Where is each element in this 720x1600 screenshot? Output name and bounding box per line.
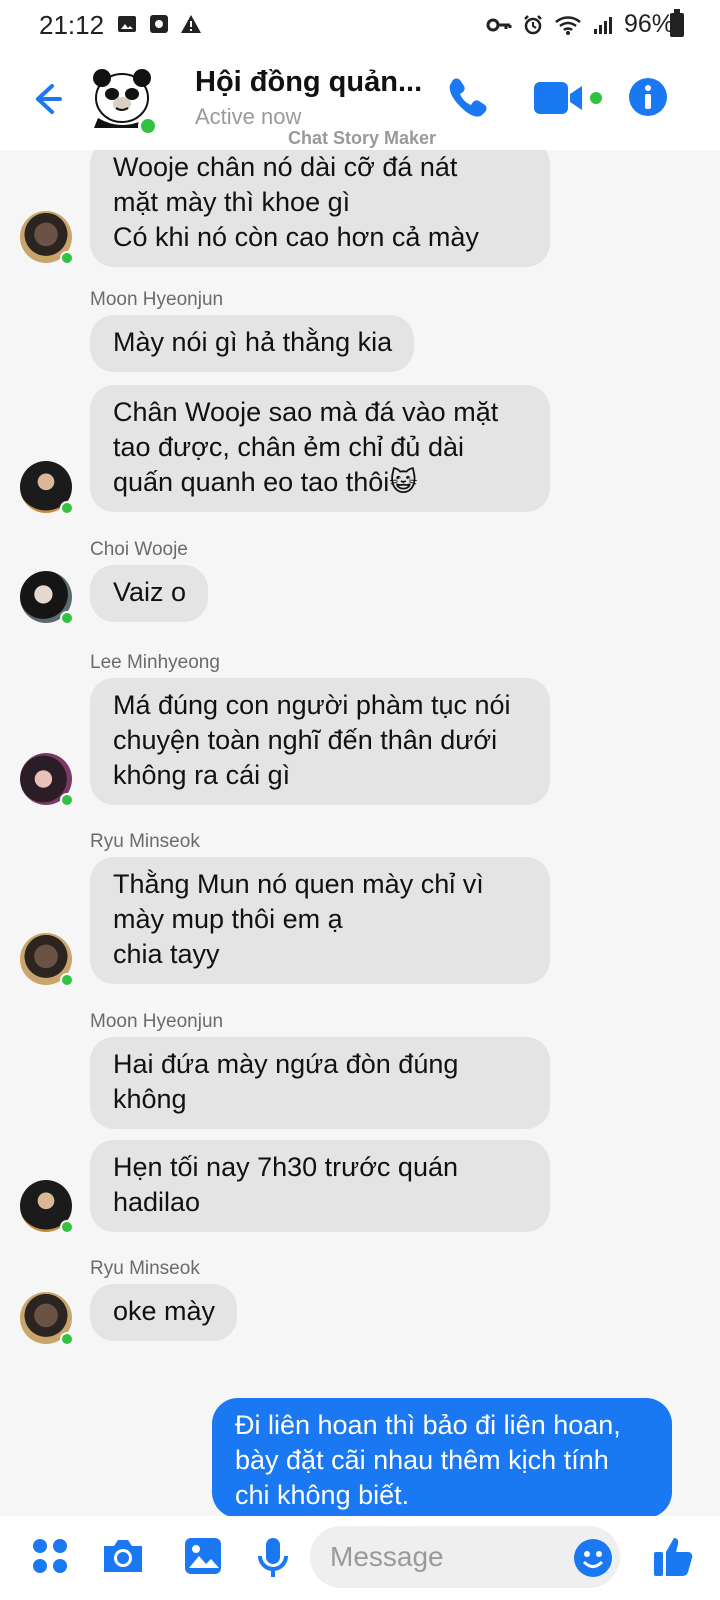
online-indicator (60, 1220, 74, 1234)
signal-icon (593, 16, 612, 34)
online-indicator (60, 611, 74, 625)
message-bubble[interactable]: Chân Wooje sao mà đá vào mặt tao được, c… (90, 385, 550, 512)
avatar[interactable] (20, 211, 74, 265)
online-indicator (138, 116, 158, 136)
alarm-icon (524, 14, 542, 34)
status-bar: 21:12 96% (0, 0, 720, 54)
avatar[interactable] (20, 461, 74, 515)
sender-name: Moon Hyeonjun (90, 289, 224, 310)
online-indicator (60, 251, 74, 265)
watermark: Chat Story Maker (288, 128, 437, 148)
avatar[interactable] (20, 1180, 74, 1234)
notification-icons (116, 13, 202, 35)
back-arrow-icon[interactable] (26, 78, 68, 120)
chat-header: Hội đồng quản... Active now Chat Story M… (0, 54, 720, 151)
my-message-bubble[interactable]: Đi liên hoan thì bảo đi liên hoan, bày đ… (212, 1398, 672, 1516)
avatar[interactable] (20, 571, 74, 625)
key-icon (486, 18, 512, 31)
message-bubble[interactable]: Hai đứa mày ngứa đòn đúng không (90, 1037, 550, 1129)
warning-icon (181, 15, 201, 33)
gallery-icon[interactable] (183, 1536, 223, 1576)
info-icon[interactable] (627, 76, 669, 118)
apps-grid-icon[interactable] (30, 1536, 70, 1576)
video-call-icon[interactable] (532, 74, 604, 122)
sender-name: Lee Minhyeong (90, 652, 220, 673)
conversation-area[interactable]: Wooje chân nó dài cỡ đá nát mặt mày thì … (0, 150, 720, 1516)
message-bubble[interactable]: Wooje chân nó dài cỡ đá nát mặt mày thì … (90, 150, 550, 267)
active-status: Active now (195, 104, 302, 129)
camera-icon[interactable] (100, 1536, 146, 1576)
online-indicator (60, 1332, 74, 1346)
message-bubble[interactable]: Thằng Mun nó quen mày chỉ vì mày mup thô… (90, 857, 550, 984)
sender-name: Moon Hyeonjun (90, 1011, 224, 1032)
battery-icon (670, 9, 684, 37)
emoji-icon[interactable] (573, 1538, 613, 1578)
sender-name: Ryu Minseok (90, 831, 200, 852)
like-thumb-icon[interactable] (652, 1534, 694, 1578)
message-bubble[interactable]: oke mày (90, 1284, 238, 1341)
gallery-notification-icon (118, 16, 136, 32)
chat-title[interactable]: Hội đồng quản... (195, 66, 422, 99)
online-indicator (60, 501, 74, 515)
online-indicator (60, 973, 74, 987)
online-indicator (60, 793, 74, 807)
status-time: 21:12 (39, 10, 105, 40)
message-bubble[interactable]: Má đúng con người phàm tục nói chuyện to… (90, 678, 550, 805)
system-icons: 96% (486, 10, 674, 39)
group-avatar[interactable] (88, 62, 160, 136)
sender-name: Ryu Minseok (90, 1258, 200, 1279)
avatar[interactable] (20, 933, 74, 987)
app-notification-icon (150, 15, 168, 33)
sender-name: Choi Wooje (90, 539, 188, 560)
message-composer (0, 1516, 720, 1600)
message-bubble[interactable]: Hẹn tối nay 7h30 trước quán hadilao (90, 1140, 550, 1232)
message-bubble[interactable]: Vaiz o (90, 565, 209, 622)
microphone-icon[interactable] (257, 1536, 289, 1580)
avatar[interactable] (20, 753, 74, 807)
message-bubble[interactable]: Mày nói gì hả thằng kia (90, 315, 415, 372)
avatar[interactable] (20, 1292, 74, 1346)
wifi-icon (555, 15, 581, 35)
phone-call-icon[interactable] (443, 74, 491, 122)
battery-percent: 96% (623, 10, 674, 38)
